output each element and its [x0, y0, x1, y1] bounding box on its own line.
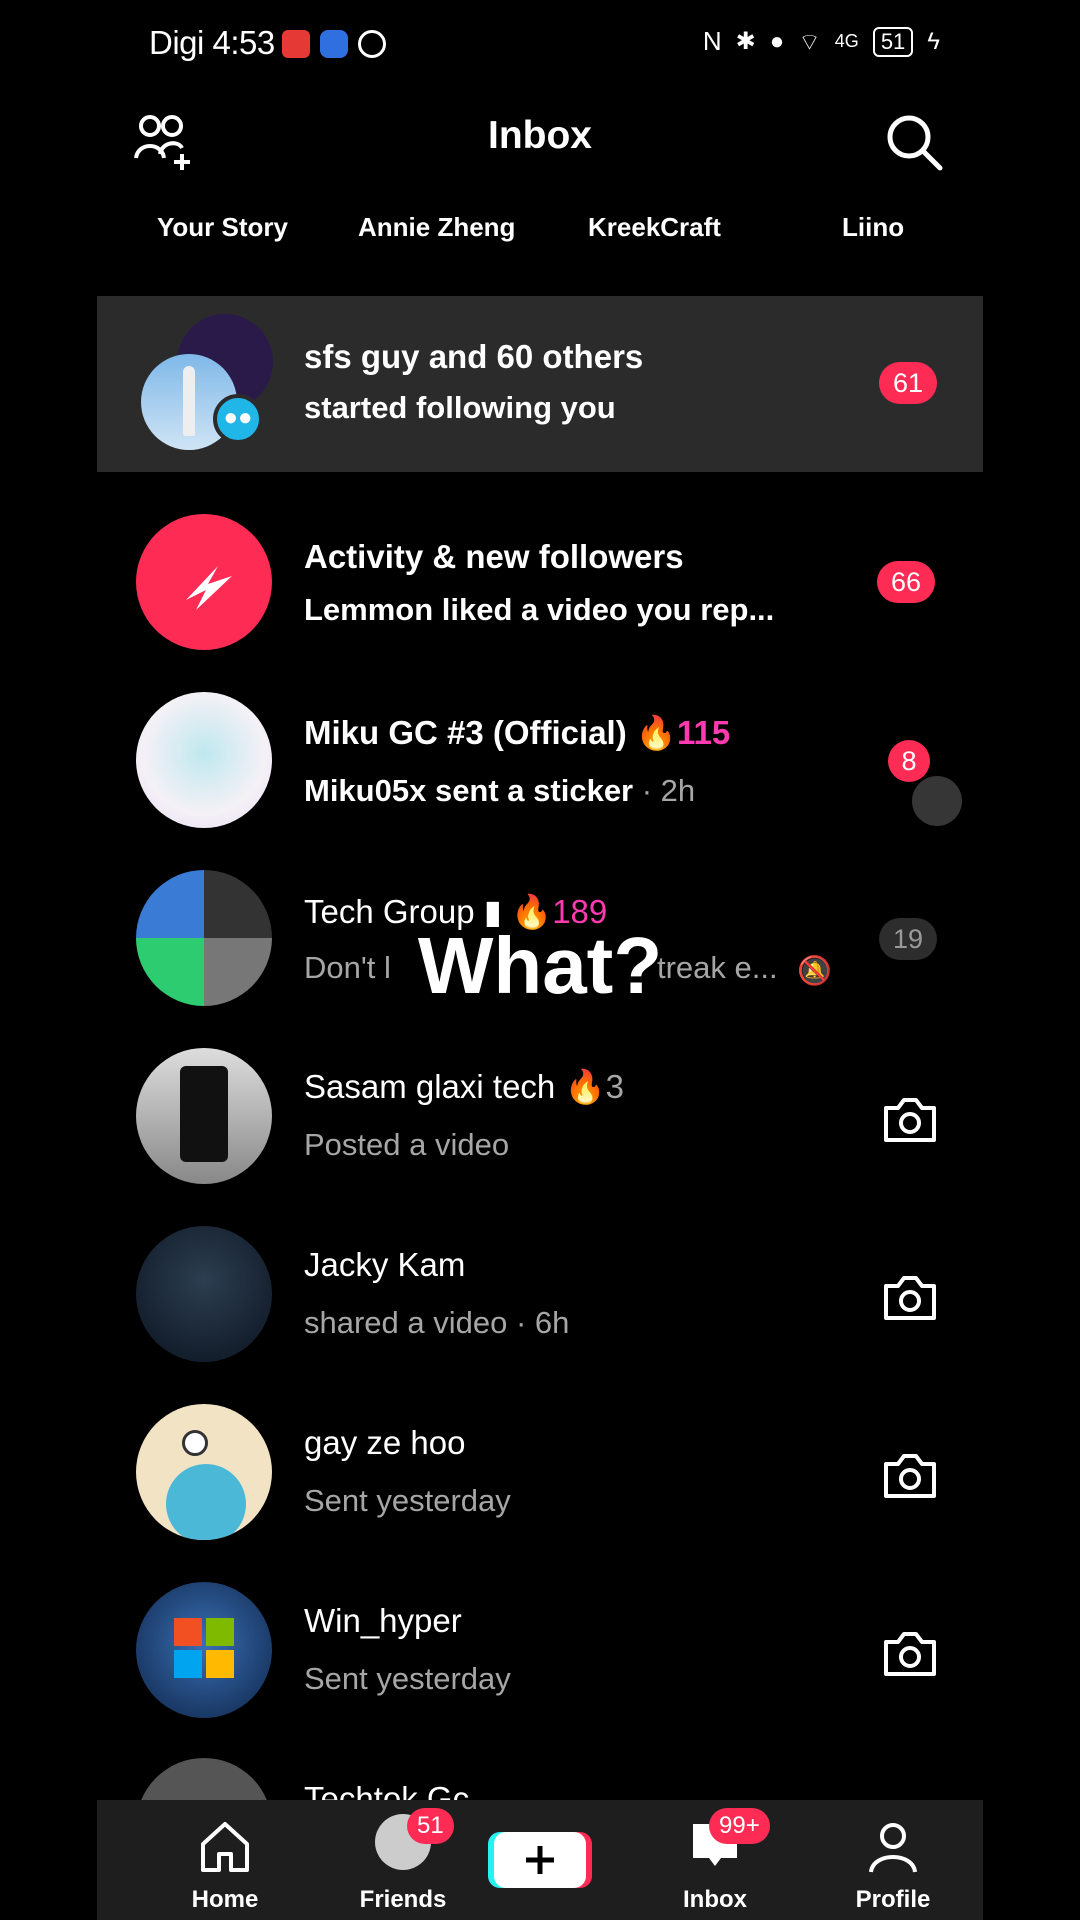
bluetooth-icon: ✱: [735, 28, 756, 55]
jacky-kam-avatar: [136, 1226, 272, 1362]
row-subtitle-wrap: Miku05x sent a sticker · 2h: [304, 773, 695, 809]
story-annie-zheng[interactable]: Annie Zheng: [358, 212, 515, 243]
battery-icon: 51: [872, 26, 914, 57]
row-title: Activity & new followers: [304, 538, 684, 575]
sasam-avatar: [136, 1048, 272, 1184]
status-bar: Digi 4:53 N ✱ ● ⌔ 4G 51 ϟ: [0, 0, 1080, 90]
gay-ze-hoo-avatar: [136, 1404, 272, 1540]
streak-count: 115: [676, 714, 731, 751]
row-title-wrap: Miku GC #3 (Official) 🔥115: [304, 714, 730, 753]
charging-icon: ϟ: [927, 27, 940, 55]
win-hyper-avatar: [136, 1582, 272, 1718]
notification-icons: [282, 30, 386, 58]
techtok-gc-avatar: [136, 1758, 272, 1800]
touch-indicator: [912, 776, 962, 826]
camera-icon[interactable]: [880, 1272, 940, 1324]
friends-badge: 51: [407, 1808, 454, 1844]
story-liino[interactable]: Liino: [842, 212, 904, 243]
nfc-icon: N: [702, 26, 722, 56]
nav-home[interactable]: Home: [155, 1800, 295, 1920]
system-status: N ✱ ● ⌔ 4G 51 ϟ: [703, 26, 940, 57]
fire-icon: 🔥: [635, 714, 677, 751]
nav-label: Inbox: [683, 1886, 747, 1913]
row-subtitle: shared a video · 6h: [304, 1305, 570, 1340]
nav-label: Home: [191, 1886, 259, 1913]
row-time: · 2h: [641, 773, 696, 808]
list-item-gay-ze-hoo[interactable]: gay ze hoo Sent yesterday: [97, 1386, 983, 1562]
list-item-sasam[interactable]: Sasam glaxi tech 🔥3 Posted a video: [97, 1030, 983, 1206]
unread-badge: 61: [879, 362, 937, 404]
carrier-time: Digi 4:53: [149, 24, 275, 61]
group-icon: ●●: [213, 394, 263, 444]
row-subtitle: started following you: [304, 390, 616, 425]
row-title: Miku GC #3 (Official): [304, 714, 627, 751]
camera-icon[interactable]: [880, 1628, 940, 1680]
miku-avatar: [136, 692, 272, 828]
data-saver-icon: [358, 30, 386, 58]
row-title-wrap: Sasam glaxi tech 🔥3: [304, 1068, 624, 1107]
row-title: gay ze hoo: [304, 1424, 466, 1461]
row-subtitle: Miku05x sent a sticker: [304, 773, 634, 808]
phone-screen: Digi 4:53 N ✱ ● ⌔ 4G 51 ϟ Inbox Your Sto…: [0, 0, 1080, 1920]
activity-avatar: [136, 514, 272, 650]
stories-bar: Your Story Annie Zheng KreekCraft Liino: [97, 212, 983, 252]
network-type: 4G: [834, 31, 859, 51]
list-item-techtok-gc[interactable]: Techtok Gc: [97, 1742, 983, 1800]
rocket-shape: [183, 366, 195, 436]
row-title: Win_hyper: [304, 1602, 462, 1639]
fire-icon: 🔥: [564, 1068, 606, 1105]
story-kreekcraft[interactable]: KreekCraft: [588, 212, 721, 243]
camera-icon[interactable]: [880, 1450, 940, 1502]
video-caption-overlay: What?: [417, 921, 663, 1010]
list-item-activity[interactable]: Activity & new followers Lemmon liked a …: [97, 496, 983, 672]
list-item-followers[interactable]: ●● sfs guy and 60 others started followi…: [97, 296, 983, 472]
inbox-badge: 99+: [709, 1808, 770, 1844]
row-title: sfs guy and 60 others: [304, 338, 644, 375]
unread-badge: 66: [877, 561, 935, 603]
list-item-jacky-kam[interactable]: Jacky Kam shared a video · 6h: [97, 1208, 983, 1384]
row-title: Sasam glaxi tech: [304, 1068, 556, 1105]
story-your-story[interactable]: Your Story: [157, 212, 288, 243]
bulb-icon: [320, 30, 348, 58]
location-icon: ●: [769, 27, 785, 55]
nav-friends[interactable]: 51 Friends: [333, 1800, 473, 1920]
nav-inbox[interactable]: 99+ Inbox: [645, 1800, 785, 1920]
bottom-nav: Home 51 Friends 99+ Inbox Profile: [97, 1800, 983, 1920]
unread-badge: 8: [888, 740, 930, 782]
lightning-icon: [186, 566, 232, 610]
recording-icon: [282, 30, 310, 58]
camera-icon[interactable]: [880, 1094, 940, 1146]
row-subtitle: Sent yesterday: [304, 1483, 511, 1518]
wifi-icon: ⌔: [798, 28, 821, 56]
row-subtitle: Posted a video: [304, 1127, 510, 1162]
nav-label: Profile: [855, 1886, 931, 1913]
row-title: Jacky Kam: [304, 1246, 466, 1283]
nav-profile[interactable]: Profile: [823, 1800, 963, 1920]
home-icon: [201, 1822, 249, 1872]
search-icon[interactable]: [884, 112, 944, 172]
row-subtitle: Lemmon liked a video you rep...: [304, 592, 775, 627]
profile-icon: [869, 1823, 917, 1873]
list-item-win-hyper[interactable]: Win_hyper Sent yesterday: [97, 1564, 983, 1740]
list-item-miku-gc[interactable]: Miku GC #3 (Official) 🔥115 Miku05x sent …: [97, 674, 983, 850]
streak-count: 3: [605, 1068, 624, 1105]
row-subtitle: Sent yesterday: [304, 1661, 511, 1696]
create-button[interactable]: [488, 1828, 592, 1892]
nav-label: Friends: [359, 1886, 447, 1913]
row-title: Techtok Gc: [304, 1780, 470, 1800]
